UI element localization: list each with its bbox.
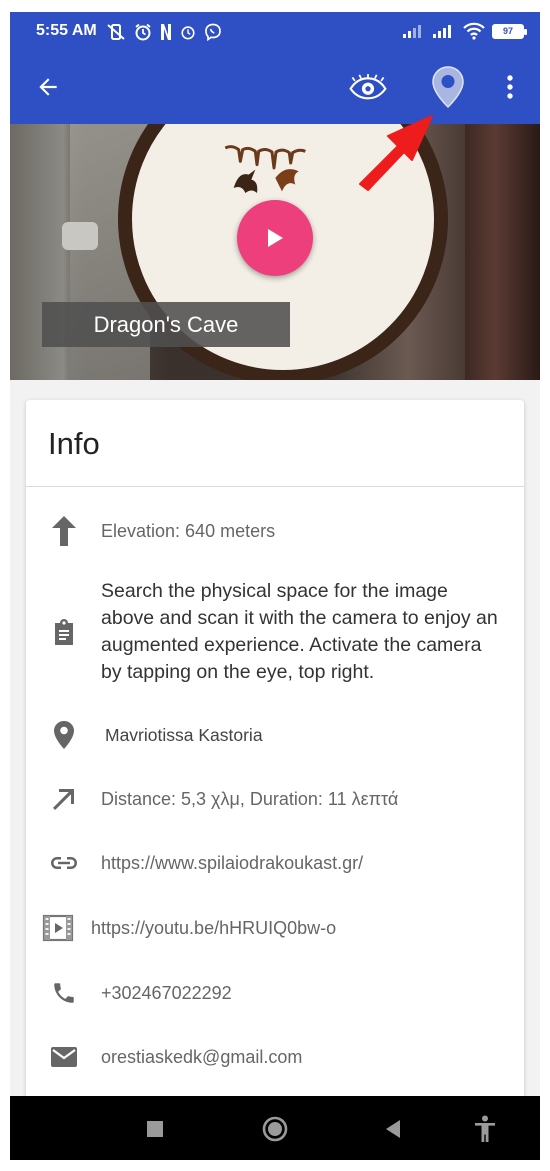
muted-vibrate-icon <box>107 24 125 40</box>
system-nav-bar <box>10 1096 540 1160</box>
arrow-back-icon <box>39 78 57 96</box>
accessibility-button[interactable] <box>468 1112 502 1146</box>
app-bar <box>10 50 540 124</box>
back-button[interactable] <box>28 67 68 107</box>
eye-icon <box>349 73 387 100</box>
distance-text: Distance: 5,3 χλμ, Duration: 11 λεπτά <box>101 788 399 809</box>
back-icon <box>386 1120 400 1138</box>
video-row[interactable]: https://youtu.be/hHRUIQ0bw-o <box>26 911 524 945</box>
status-bar: 5:55 AM 97 <box>10 12 540 50</box>
status-time: 5:55 AM <box>36 22 97 39</box>
viber-icon <box>205 23 221 41</box>
signal-icon <box>403 25 421 38</box>
clipboard-icon <box>48 617 80 649</box>
accessibility-icon <box>475 1115 495 1142</box>
phone-icon <box>48 977 80 1009</box>
alarm-icon <box>181 26 195 40</box>
info-title: Info <box>48 426 100 461</box>
phone-row[interactable]: +302467022292 <box>26 976 524 1010</box>
hero-image: Dragon's Cave <box>10 124 540 380</box>
play-video-button[interactable] <box>237 200 313 276</box>
nav-back-button[interactable] <box>376 1112 410 1146</box>
red-arrow-annotation <box>359 115 433 191</box>
location-pin-icon <box>48 719 80 751</box>
door-handle <box>62 222 98 250</box>
battery-icon: 97 <box>492 23 527 39</box>
wifi-icon <box>463 22 485 40</box>
signal-icon <box>433 25 451 38</box>
arrow-up-icon <box>48 515 80 547</box>
email-row[interactable]: orestiaskedk@gmail.com <box>26 1040 524 1074</box>
email-icon <box>48 1041 80 1073</box>
video-link[interactable]: https://youtu.be/hHRUIQ0bw-o <box>91 918 336 939</box>
elevation-text: Elevation: 640 meters <box>101 520 276 541</box>
netflix-icon <box>161 24 171 40</box>
north-east-arrow-icon <box>48 783 80 815</box>
alarm-icon <box>135 23 151 41</box>
phone-screen: 5:55 AM 97 Dragon's Cave Info Elevation:… <box>10 12 540 1160</box>
place-title-text: Dragon's Cave <box>93 311 239 337</box>
website-link[interactable]: https://www.spilaiodrakoukast.gr/ <box>101 853 363 874</box>
elevation-row: Elevation: 640 meters <box>26 514 524 548</box>
phone-number[interactable]: +302467022292 <box>101 983 232 1004</box>
system-icons: 97 <box>402 22 527 40</box>
location-row[interactable]: Mavriotissa Kastoria <box>26 718 524 752</box>
play-icon <box>268 229 283 247</box>
more-options-button[interactable] <box>490 67 530 107</box>
description-text: Search the physical space for the image … <box>101 580 498 683</box>
divider <box>26 486 524 487</box>
recents-button[interactable] <box>138 1112 172 1146</box>
home-icon <box>262 1116 288 1142</box>
recents-icon <box>147 1121 163 1137</box>
door-frame <box>465 124 540 380</box>
website-row[interactable]: https://www.spilaiodrakoukast.gr/ <box>26 846 524 880</box>
video-icon <box>42 912 74 944</box>
home-button[interactable] <box>258 1112 292 1146</box>
ar-camera-button[interactable] <box>348 67 388 107</box>
distance-row[interactable]: Distance: 5,3 χλμ, Duration: 11 λεπτά <box>26 782 524 816</box>
place-title: Dragon's Cave <box>42 302 290 347</box>
link-icon <box>48 847 80 879</box>
location-text: Mavriotissa Kastoria <box>105 724 263 745</box>
email-address[interactable]: orestiaskedk@gmail.com <box>101 1047 302 1068</box>
map-location-button[interactable] <box>428 66 468 109</box>
location-pin-icon <box>432 66 464 109</box>
description-row: Search the physical space for the image … <box>26 578 524 688</box>
info-card: Info Elevation: 640 meters Search the ph… <box>26 400 524 1160</box>
more-vert-icon <box>507 75 513 99</box>
battery-level: 97 <box>502 25 513 36</box>
notification-icons <box>106 23 222 41</box>
